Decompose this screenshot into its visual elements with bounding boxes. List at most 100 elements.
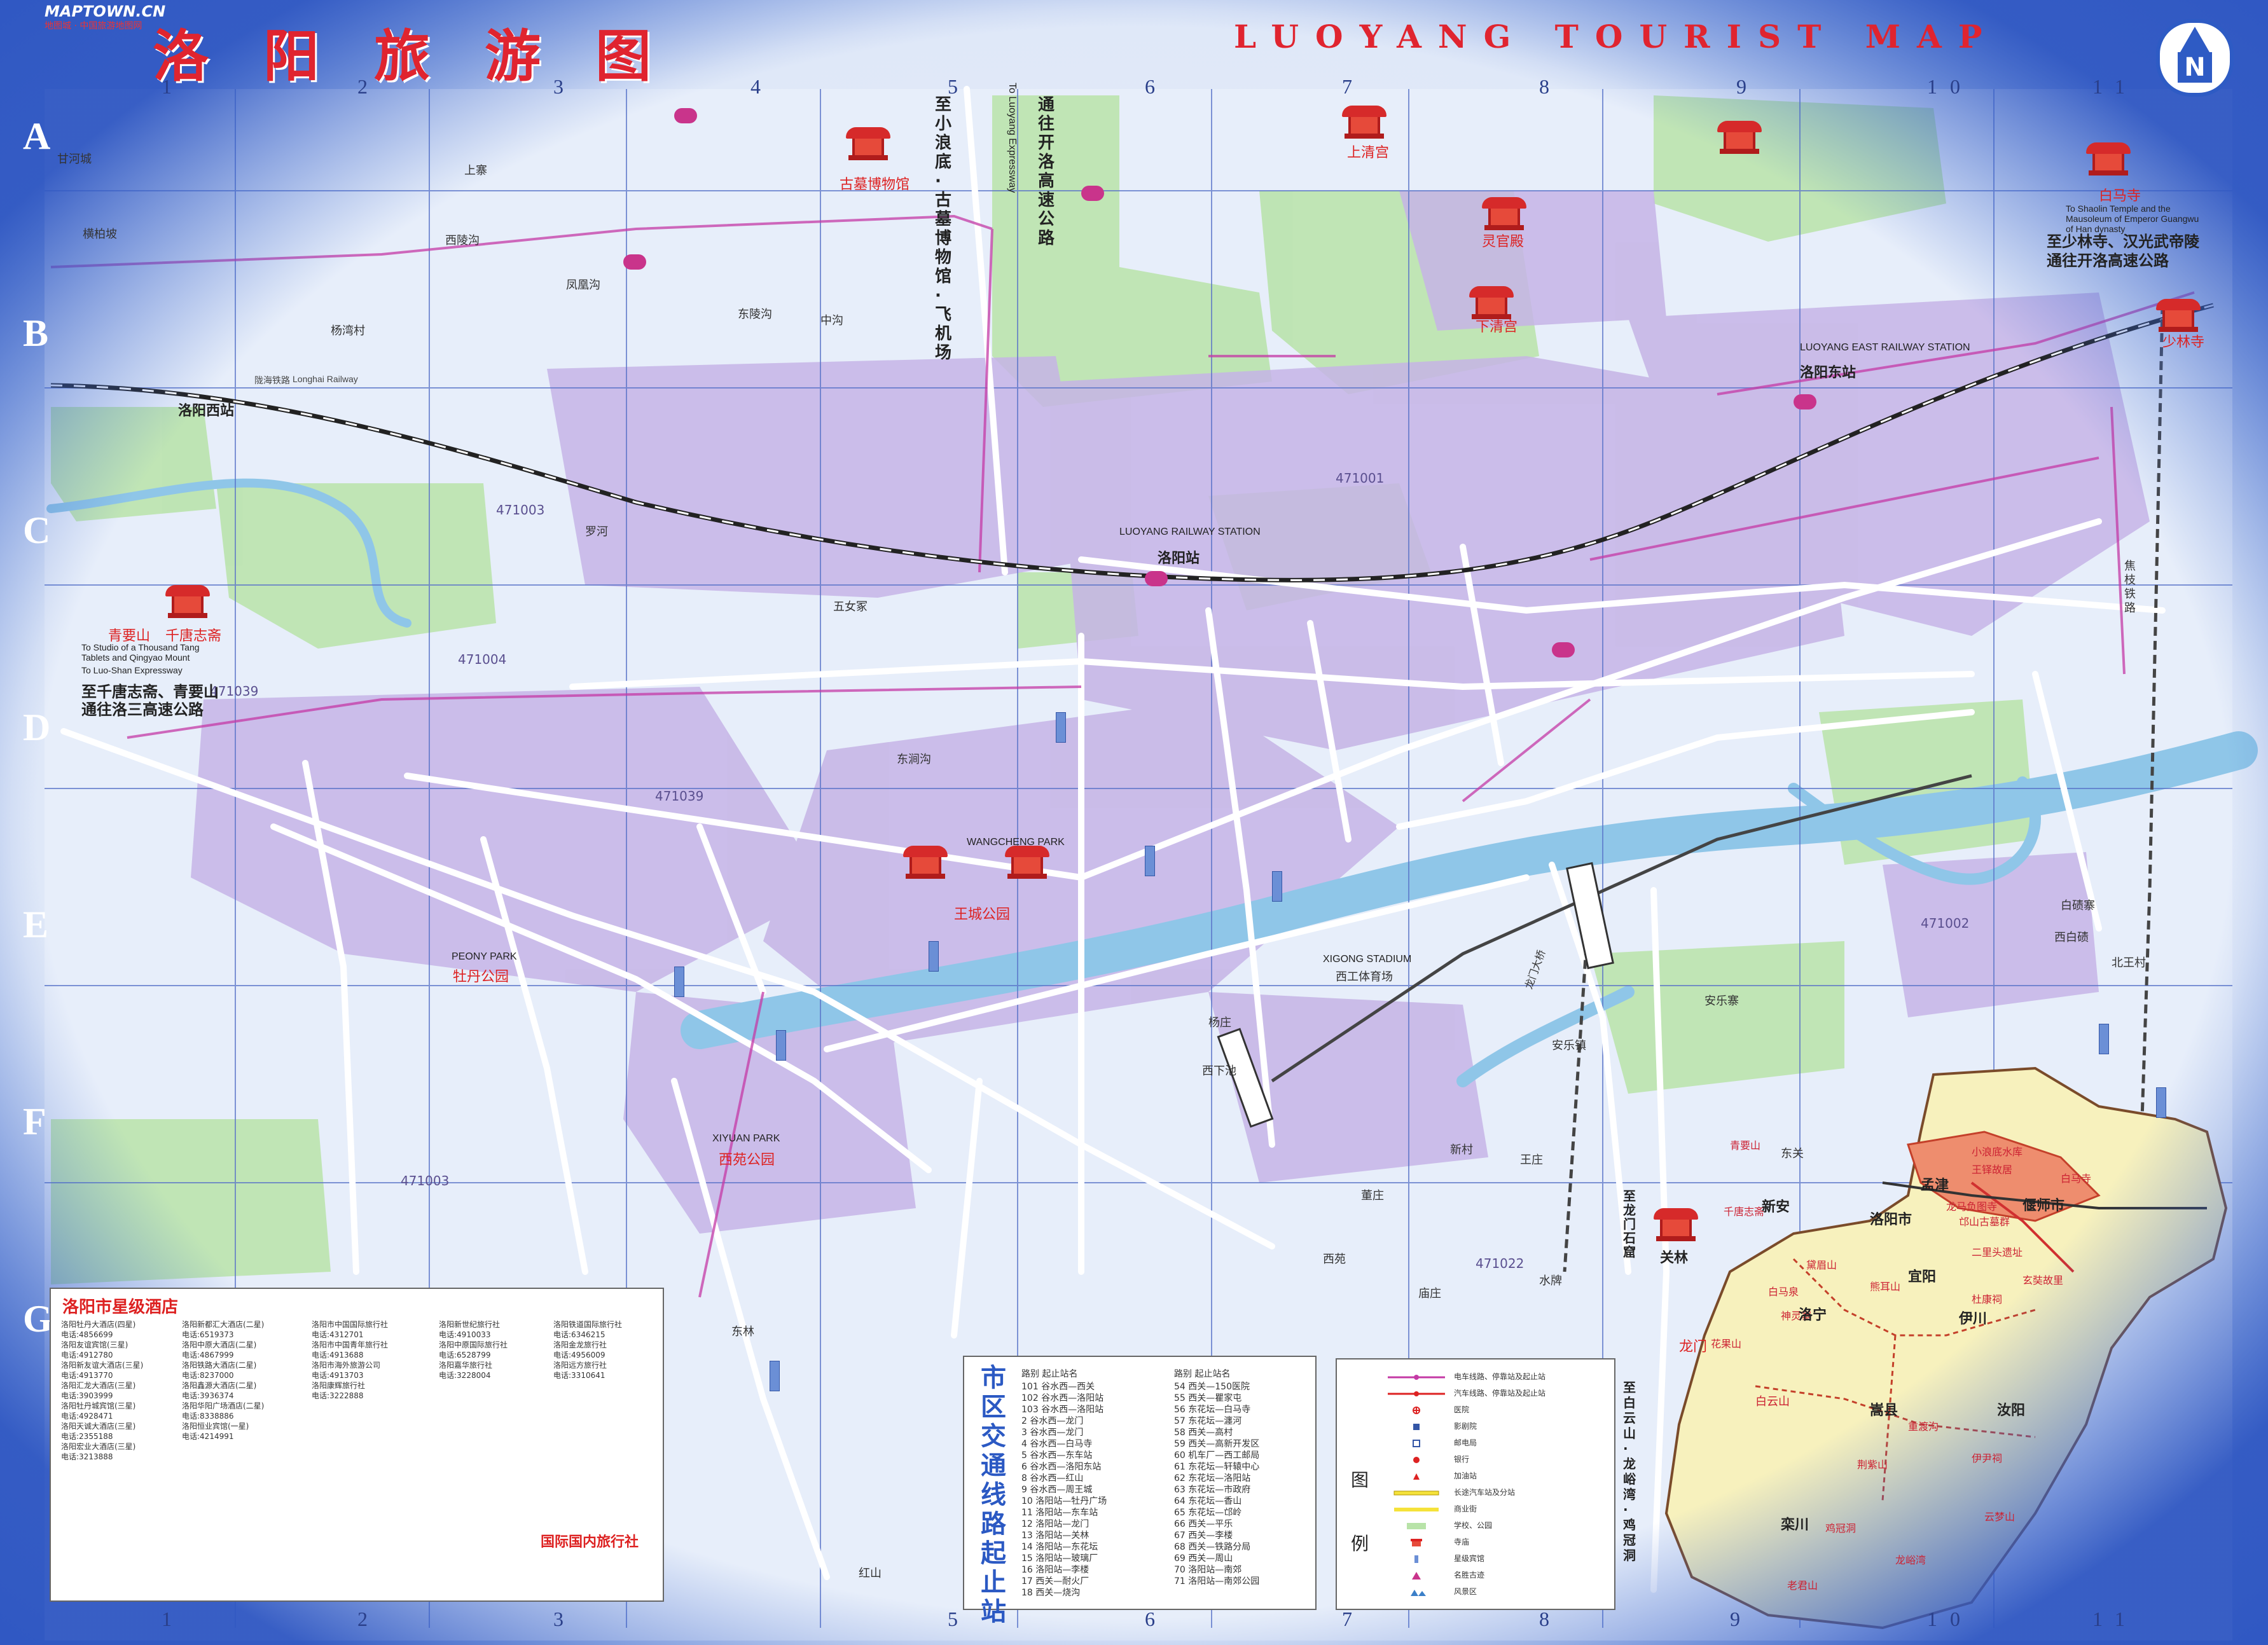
bus-route: 15 洛阳站—玻璃厂 (1021, 1553, 1098, 1564)
inset-spot[interactable]: 二里头遗址 (1972, 1244, 2023, 1259)
grid-row-D: D (23, 706, 51, 748)
shopping-street-icon (1394, 1508, 1439, 1511)
bus-routes-column: 101 谷水西—西关 102 谷水西—洛阳站 103 谷水西—洛阳站 2 谷水西… (1021, 1381, 1107, 1599)
poi-xiyuan-park-en[interactable]: XIYUAN PARK (712, 1133, 780, 1145)
inset-city-yiyang[interactable]: 宜阳 (1908, 1265, 1936, 1286)
inset-city-xinan[interactable]: 新安 (1762, 1195, 1790, 1216)
legend-item-heritage: 名胜古迹 (1388, 1568, 1604, 1583)
grid-col-3: 3 (553, 75, 564, 98)
grid-row-C: C (23, 509, 51, 551)
inset-spot[interactable]: 熊耳山 (1870, 1278, 1900, 1293)
hotel-entry: 洛阳友谊宾馆(三星) (61, 1340, 128, 1349)
temple-icon[interactable] (1005, 846, 1049, 880)
place-label: 罗河 (585, 525, 608, 539)
poi-lingguan-hall[interactable]: 灵官殿 (1482, 230, 1524, 251)
inset-spot[interactable]: 龙马负图寺 (1946, 1198, 1997, 1213)
travel-agency-column: 洛阳市中国国际旅行社 电话:4312701 洛阳市中国青年旅行社 电话:4913… (312, 1319, 388, 1401)
station-luoyang-west[interactable]: 洛阳西站 (178, 399, 234, 420)
legend-tram-line-icon (1388, 1375, 1445, 1380)
station-luoyang[interactable]: 洛阳站 (1158, 547, 1200, 567)
inset-spot[interactable]: 花果山 (1711, 1335, 1741, 1351)
bus-route: 61 东花坛—轩辕中心 (1174, 1462, 1260, 1472)
inset-spot[interactable]: 老君山 (1787, 1577, 1818, 1592)
hotel-icon[interactable] (929, 941, 939, 972)
hotel-icon[interactable] (674, 967, 684, 997)
inset-spot[interactable]: 伊尹祠 (1972, 1450, 2002, 1465)
poi-xigong-stadium[interactable]: 西工体育场 (1336, 968, 1393, 984)
hotel-icon[interactable] (776, 1030, 786, 1061)
inset-city-ruyang[interactable]: 汝阳 (1997, 1399, 2025, 1419)
poi-shaolin-temple[interactable]: 少林寺 (2162, 331, 2204, 351)
inset-spot[interactable]: 白马寺 (2061, 1170, 2091, 1185)
route-to-qianyao-en-2: To Luo-Shan Expressway (81, 665, 183, 675)
poi-shangqing-palace[interactable]: 上清宫 (1347, 141, 1389, 162)
agency-entry: 电话:4913703 (312, 1371, 364, 1380)
inset-city-luanchuan[interactable]: 栾川 (1781, 1513, 1809, 1534)
poi-xiaqing-palace[interactable]: 下清宫 (1476, 315, 1518, 336)
inset-spot[interactable]: 王铎故居 (1972, 1161, 2012, 1176)
inset-spot[interactable]: 龙峪湾 (1895, 1552, 1926, 1567)
inset-city-songxian[interactable]: 嵩县 (1870, 1399, 1898, 1419)
inset-city-luoyang[interactable]: 洛阳市 (1870, 1208, 1912, 1229)
inset-spot[interactable]: 云梦山 (1984, 1508, 2015, 1524)
bus-route: 14 洛阳站—东花坛 (1021, 1542, 1098, 1552)
inset-spot[interactable]: 白马泉 (1768, 1283, 1799, 1298)
hotel-entry: 电话:4867999 (182, 1351, 234, 1359)
inset-spot[interactable]: 重渡沟 (1908, 1418, 1939, 1433)
poi-ancient-tomb-museum[interactable]: 古墓博物馆 (840, 173, 909, 193)
inset-spot[interactable]: 白云山 (1755, 1393, 1790, 1409)
hotel-icon[interactable] (1056, 712, 1066, 743)
route-to-shaolin-expressway: 通往开洛高速公路 (2047, 252, 2169, 270)
inset-spot[interactable]: 小浪底水库 (1972, 1143, 2023, 1159)
inset-spot[interactable]: 鸡冠洞 (1825, 1520, 1856, 1535)
temple-icon[interactable] (1482, 197, 1526, 231)
temple-icon[interactable] (2086, 142, 2131, 177)
agency-entry: 洛阳市海外旅游公司 (312, 1361, 381, 1370)
inset-city-yichuan[interactable]: 伊川 (1959, 1307, 1987, 1328)
place-label: 凤凰沟 (566, 279, 600, 292)
grid-col-1: 1 (162, 75, 172, 98)
temple-icon[interactable] (1342, 106, 1386, 140)
station-luoyang-east-en[interactable]: LUOYANG EAST RAILWAY STATION (1800, 342, 1970, 354)
hotel-entry: 电话:3936374 (182, 1391, 234, 1400)
hotel-icon[interactable] (770, 1361, 780, 1391)
temple-icon[interactable] (1717, 121, 1762, 155)
peony-icon (1081, 186, 1104, 201)
inset-spot[interactable]: 杜康祠 (1972, 1291, 2002, 1306)
agency-entry: 电话:4956009 (553, 1351, 605, 1359)
hotel-icon[interactable] (2099, 1024, 2109, 1054)
temple-icon[interactable] (165, 585, 210, 619)
peony-icon (1145, 571, 1168, 586)
temple-icon[interactable] (903, 846, 948, 880)
place-label: 安乐镇 (1552, 1039, 1586, 1052)
station-luoyang-east[interactable]: 洛阳东站 (1800, 361, 1856, 382)
inset-spot[interactable]: 邙山古墓群 (1959, 1213, 2010, 1229)
temple-icon[interactable] (846, 127, 890, 162)
railway-longhai: 陇海铁路 (254, 376, 290, 386)
route-to-kaifeng-en: To Luoyang Expressway (1007, 83, 1018, 193)
poi-wangcheng-park-en[interactable]: WANGCHENG PARK (967, 837, 1065, 848)
hotel-icon[interactable] (1145, 846, 1155, 876)
inset-city-yanshi[interactable]: 偃师市 (2023, 1194, 2064, 1215)
inset-spot[interactable]: 青要山 (1730, 1137, 1760, 1152)
inset-spot[interactable]: 千唐志斋 (1724, 1203, 1764, 1218)
legend-item-bank: 银行 (1388, 1452, 1604, 1468)
inset-city-mengjin[interactable]: 孟津 (1921, 1174, 1949, 1194)
inset-spot[interactable]: 荆紫山 (1857, 1456, 1888, 1471)
inset-spot[interactable]: 黛眉山 (1806, 1256, 1837, 1272)
route-to-longmen: 至龙门石窟 (1623, 1188, 1636, 1260)
poi-peony-park[interactable]: 牡丹公园 (453, 965, 509, 986)
inset-city-luoning[interactable]: 洛宁 (1799, 1304, 1827, 1324)
inset-spot[interactable]: 玄奘故里 (2023, 1272, 2063, 1287)
poi-xigong-stadium-en[interactable]: XIGONG STADIUM (1323, 954, 1411, 965)
poi-peony-park-en[interactable]: PEONY PARK (452, 951, 517, 963)
poi-baima-temple[interactable]: 白马寺 (2099, 184, 2141, 205)
hotel-icon[interactable] (1272, 871, 1282, 902)
grid-col-11: 11 (2092, 75, 2138, 98)
bus-routes-panel: 市区交通线路起止站 路别 起止站名 101 谷水西—西关 102 谷水西—洛阳站… (963, 1356, 1317, 1627)
poi-wangcheng-park[interactable]: 王城公园 (954, 903, 1010, 923)
agency-entry: 洛阳远方旅行社 (553, 1361, 607, 1370)
temple-icon[interactable] (2156, 299, 2201, 333)
station-luoyang-en[interactable]: LUOYANG RAILWAY STATION (1119, 527, 1261, 538)
poi-xiyuan-park[interactable]: 西苑公园 (719, 1148, 775, 1169)
